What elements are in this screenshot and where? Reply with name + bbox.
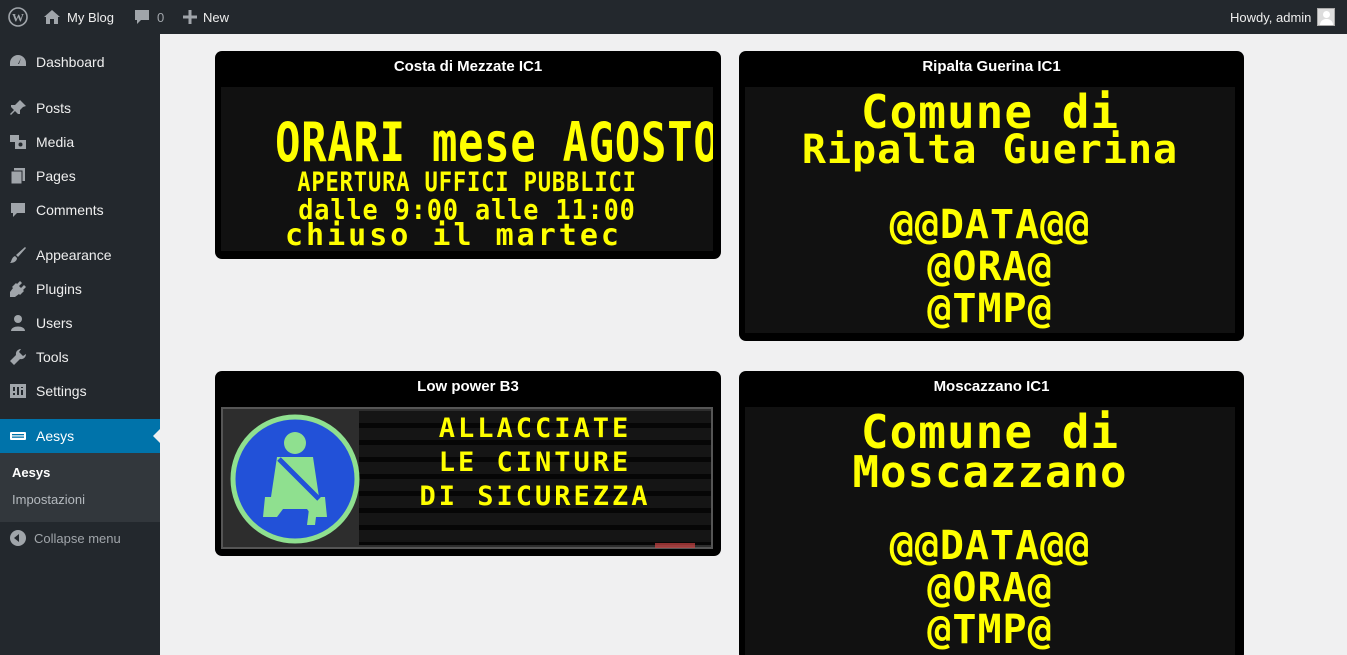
brush-icon — [10, 247, 26, 263]
new-label: New — [203, 9, 230, 25]
wordpress-logo-icon[interactable]: W — [8, 0, 28, 34]
panel-title: Low power B3 — [417, 378, 519, 395]
led-line: Ripalta Guerina — [801, 127, 1179, 173]
led-screen: Comune di Ripalta Guerina @@DATA@@ @ORA@… — [745, 87, 1235, 333]
sidebar-item-label: Plugins — [36, 281, 82, 297]
sidebar-item-settings[interactable]: Settings — [0, 374, 160, 408]
home-icon — [44, 10, 60, 24]
led-screen: Comune di Moscazzano @@DATA@@ @ORA@ @TMP… — [745, 407, 1235, 655]
panel-title: Ripalta Guerina IC1 — [922, 58, 1061, 75]
seatbelt-icon — [230, 414, 360, 544]
led-line: chiuso il martec — [285, 218, 622, 251]
sidebar-item-label: Dashboard — [36, 54, 105, 70]
sidebar-item-pages[interactable]: Pages — [0, 159, 160, 193]
comment-icon — [11, 203, 25, 217]
dashboard-icon — [10, 55, 26, 66]
sidebar-item-label: Posts — [36, 100, 72, 116]
led-line: ORARI mese AGOSTO — [275, 111, 713, 174]
sidebar-item-label: Users — [36, 315, 73, 331]
led-line: @ORA@ — [927, 244, 1053, 290]
display-panel-low-power: Low power B3 ALLACCIATE LE CINTURE DI SI… — [215, 371, 721, 556]
status-indicator — [655, 543, 695, 548]
svg-text:W: W — [12, 11, 24, 25]
media-icon — [10, 135, 26, 149]
plus-icon — [183, 10, 197, 24]
sidebar-item-media[interactable]: Media — [0, 125, 160, 159]
sidebar-item-comments[interactable]: Comments — [0, 193, 160, 227]
sidebar-item-label: Media — [36, 134, 75, 150]
sidebar-item-plugins[interactable]: Plugins — [0, 272, 160, 306]
sidebar-item-label: Settings — [36, 383, 87, 399]
led-line: Moscazzano — [852, 447, 1128, 498]
sidebar-item-aesys[interactable]: Aesys — [0, 419, 160, 453]
greeting: Howdy, admin — [1230, 9, 1312, 25]
submenu-item-aesys[interactable]: Aesys — [12, 465, 50, 480]
sidebar-item-users[interactable]: Users — [0, 306, 160, 340]
led-line: @@DATA@@ — [889, 202, 1091, 248]
panel-title: Moscazzano IC1 — [933, 378, 1050, 395]
sidebar-item-label: Aesys — [36, 428, 75, 444]
led-screen: ALLACCIATE LE CINTURE DI SICUREZZA — [221, 407, 713, 549]
submenu-item-impostazioni[interactable]: Impostazioni — [12, 492, 85, 507]
site-name: My Blog — [67, 9, 114, 25]
my-account-link[interactable]: Howdy, admin — [1230, 0, 1336, 34]
user-icon — [11, 315, 25, 331]
site-name-link[interactable]: My Blog — [43, 0, 114, 34]
settings-icon — [10, 384, 26, 398]
admin-bar: W My Blog 0 New Howdy, admin — [0, 0, 1347, 34]
sidebar-item-label: Pages — [36, 168, 76, 184]
sidebar-item-label: Tools — [36, 349, 69, 365]
display-panel-moscazzano: Moscazzano IC1 Comune di Moscazzano @@DA… — [739, 371, 1244, 655]
admin-sidebar: Dashboard Posts Media Pages Comments App… — [0, 34, 160, 655]
led-line: @ORA@ — [927, 565, 1053, 611]
wrench-icon — [10, 348, 27, 365]
led-screen: ORARI mese AGOSTO APERTURA UFFICI PUBBLI… — [221, 87, 713, 251]
led-line: @TMP@ — [927, 607, 1053, 653]
pages-icon — [10, 168, 25, 185]
sidebar-item-dashboard[interactable]: Dashboard — [0, 45, 160, 79]
sidebar-item-label: Appearance — [36, 247, 112, 263]
pin-icon — [10, 100, 26, 115]
collapse-label: Collapse menu — [34, 530, 121, 546]
display-panel-costa-di-mezzate: Costa di Mezzate IC1 ORARI mese AGOSTO A… — [215, 51, 721, 259]
sidebar-item-appearance[interactable]: Appearance — [0, 238, 160, 272]
aesys-icon — [10, 432, 26, 440]
aesys-submenu: Aesys Impostazioni — [0, 453, 160, 522]
avatar — [1317, 8, 1336, 26]
sidebar-item-label: Comments — [36, 202, 104, 218]
led-line: @TMP@ — [927, 286, 1053, 332]
comments-count: 0 — [157, 9, 165, 25]
collapse-menu-button[interactable]: Collapse menu — [10, 530, 121, 546]
led-line: ALLACCIATE — [438, 413, 632, 444]
comment-icon — [135, 10, 149, 24]
sidebar-item-posts[interactable]: Posts — [0, 91, 160, 125]
collapse-arrow-icon — [10, 530, 26, 546]
led-line: DI SICUREZZA — [419, 481, 651, 512]
sidebar-item-tools[interactable]: Tools — [0, 340, 160, 374]
new-content-link[interactable]: New — [183, 0, 229, 34]
led-line: LE CINTURE — [438, 447, 632, 478]
display-panel-ripalta-guerina: Ripalta Guerina IC1 Comune di Ripalta Gu… — [739, 51, 1244, 341]
comments-link[interactable]: 0 — [133, 0, 164, 34]
plug-icon — [10, 281, 26, 297]
led-line: @@DATA@@ — [889, 523, 1091, 569]
panel-title: Costa di Mezzate IC1 — [393, 58, 543, 75]
